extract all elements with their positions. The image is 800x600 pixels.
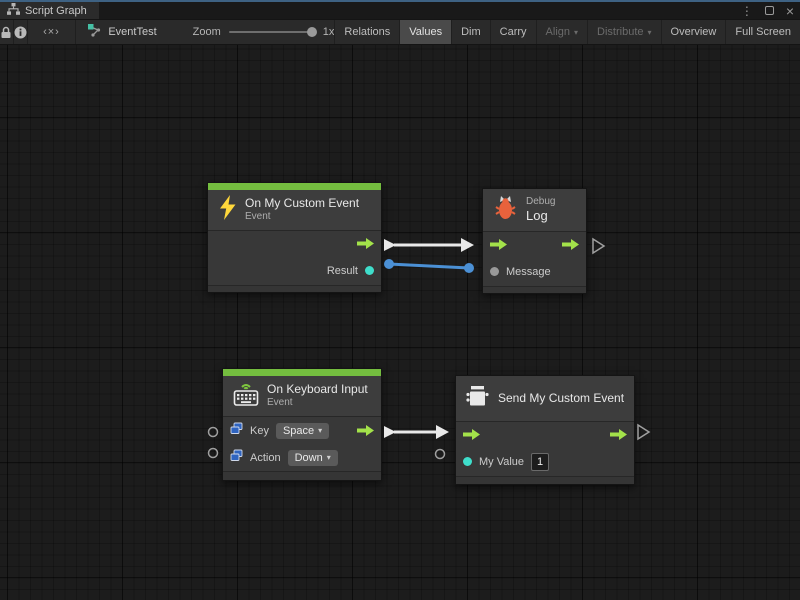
inline-value-icon — [230, 422, 243, 440]
node-body: Key Space ▾ A — [223, 416, 381, 471]
wire-layer — [0, 45, 800, 600]
node-subtitle: Event — [245, 211, 359, 224]
node-on-my-custom-event[interactable]: On My Custom Event Event Result — [207, 182, 382, 293]
maximize-icon[interactable] — [765, 6, 774, 15]
zoom-label: Zoom — [193, 26, 221, 38]
chevron-down-icon: ▾ — [574, 28, 578, 37]
key-dropdown[interactable]: Space ▾ — [276, 423, 329, 439]
flow-continuation-icon — [638, 425, 649, 439]
flow-output-port[interactable] — [562, 239, 579, 250]
lightning-bolt-icon — [218, 195, 237, 225]
zoom-slider[interactable] — [229, 31, 315, 33]
node-body: Result — [208, 230, 381, 285]
value-wire-result-to-message — [384, 259, 474, 273]
node-debug-log[interactable]: Debug Log Message — [482, 188, 587, 294]
toolbar-toggles: Relations Values Dim Carry Align ▾ Distr… — [334, 20, 800, 44]
node-body: My Value — [456, 421, 634, 476]
my-value-input[interactable] — [531, 453, 549, 471]
flow-wire-keyboard-to-sendevent — [384, 425, 449, 439]
close-icon[interactable]: × — [786, 4, 794, 18]
graph-ref-icon — [88, 24, 102, 40]
my-value-port[interactable] — [463, 457, 472, 466]
flow-input-port[interactable] — [463, 429, 480, 440]
graph-hierarchy-icon — [7, 3, 20, 18]
chevron-down-icon: ▾ — [327, 453, 331, 462]
distribute-menu[interactable]: Distribute ▾ — [587, 20, 660, 44]
node-footer — [223, 471, 381, 480]
node-header: On Keyboard Input Event — [223, 376, 381, 416]
chevron-down-icon: ▾ — [648, 28, 652, 37]
event-accent-bar — [208, 183, 381, 190]
message-value-port[interactable] — [490, 267, 499, 276]
action-dropdown[interactable]: Down ▾ — [288, 450, 338, 466]
chevron-down-icon: ▾ — [318, 426, 322, 435]
align-menu[interactable]: Align ▾ — [536, 20, 587, 44]
dim-toggle[interactable]: Dim — [451, 20, 490, 44]
keyboard-icon — [233, 381, 259, 412]
unconnected-port-icon — [209, 449, 218, 458]
node-header: On My Custom Event Event — [208, 190, 381, 230]
flow-output-port[interactable] — [357, 425, 374, 436]
node-on-keyboard-input[interactable]: On Keyboard Input Event Key Space ▾ — [222, 368, 382, 481]
zoom-slider-handle[interactable] — [307, 27, 317, 37]
kebab-menu-icon[interactable]: ⋮ — [741, 5, 753, 17]
graph-toolbar: ‹×› EventTest Zoom 1x Relations Values — [0, 19, 800, 45]
tab-bar: Script Graph ⋮ × — [0, 2, 800, 19]
port-label-action: Action — [250, 452, 281, 464]
values-toggle[interactable]: Values — [399, 20, 451, 44]
port-label-result: Result — [327, 265, 358, 277]
inline-value-icon — [230, 449, 243, 467]
node-send-my-custom-event[interactable]: Send My Custom Event My Value — [455, 375, 635, 485]
bug-icon — [493, 195, 518, 226]
node-title: Send My Custom Event — [498, 391, 624, 406]
graph-breadcrumb[interactable]: EventTest — [76, 24, 166, 40]
flow-output-port[interactable] — [610, 429, 627, 440]
custom-event-machine-icon — [466, 385, 490, 413]
node-header: Debug Log — [483, 189, 586, 231]
flow-wire-customevent-to-log — [384, 238, 474, 252]
unconnected-port-icon — [209, 428, 218, 437]
tab-label: Script Graph — [25, 5, 87, 17]
info-button[interactable] — [14, 20, 28, 44]
zoom-value: 1x — [323, 26, 335, 38]
node-title: On My Custom Event — [245, 196, 359, 211]
relations-toggle[interactable]: Relations — [334, 20, 399, 44]
zoom-control: Zoom 1x — [193, 26, 335, 38]
event-accent-bar — [223, 369, 381, 376]
tab-script-graph[interactable]: Script Graph — [0, 2, 99, 19]
graph-name: EventTest — [108, 26, 156, 38]
node-title: Log — [526, 208, 555, 224]
result-value-port[interactable] — [365, 266, 374, 275]
node-footer — [483, 286, 586, 293]
flow-input-port[interactable] — [490, 239, 507, 250]
node-header: Send My Custom Event — [456, 376, 634, 421]
flow-output-port[interactable] — [357, 238, 374, 249]
code-view-button[interactable]: ‹×› — [28, 20, 77, 44]
port-label-key: Key — [250, 425, 269, 437]
node-title: On Keyboard Input — [267, 382, 368, 397]
lock-button[interactable] — [0, 20, 14, 44]
full-screen-button[interactable]: Full Screen — [725, 20, 800, 44]
window-controls: ⋮ × — [741, 2, 794, 19]
carry-toggle[interactable]: Carry — [490, 20, 536, 44]
unconnected-port-icon — [436, 450, 445, 459]
node-footer — [456, 476, 634, 484]
overview-button[interactable]: Overview — [661, 20, 726, 44]
node-footer — [208, 285, 381, 292]
flow-continuation-icon — [593, 239, 604, 253]
node-kind: Debug — [526, 196, 555, 209]
lock-icon — [0, 26, 12, 39]
script-graph-window: Script Graph ⋮ × ‹×› — [0, 0, 800, 600]
port-label-my-value: My Value — [479, 456, 524, 468]
port-label-message: Message — [506, 266, 551, 278]
graph-canvas[interactable]: On My Custom Event Event Result — [0, 45, 800, 600]
node-subtitle: Event — [267, 397, 368, 410]
info-icon — [14, 26, 27, 39]
node-body: Message — [483, 231, 586, 286]
